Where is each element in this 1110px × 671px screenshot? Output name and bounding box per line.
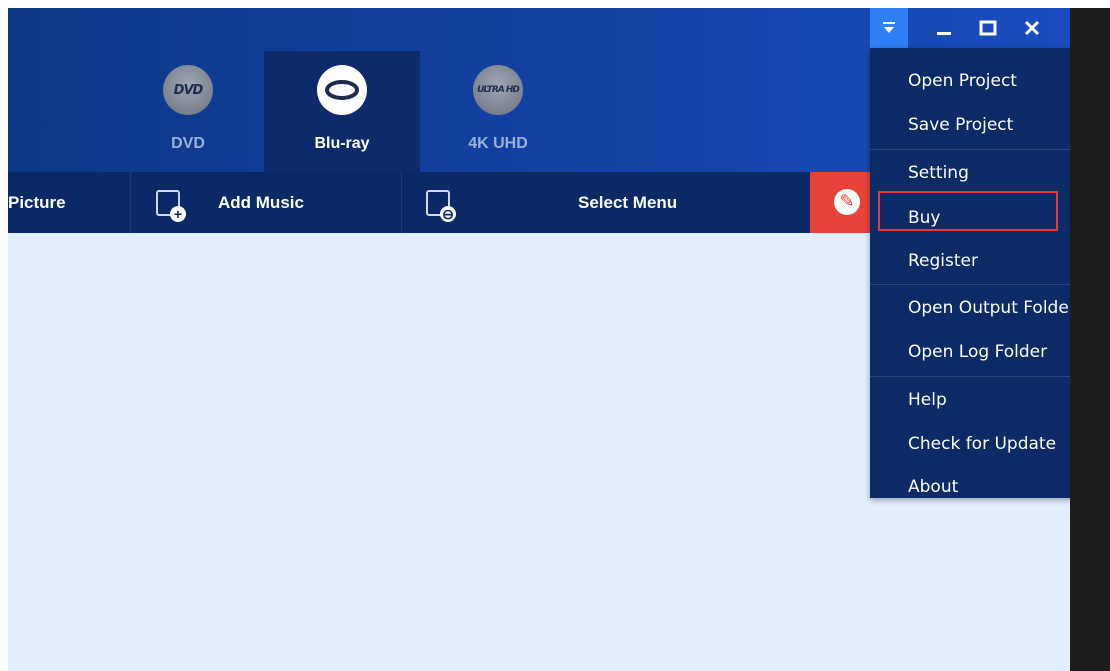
dropdown-menu: Open Project Save Project Setting Buy Re…: [870, 48, 1070, 498]
menu-item-open-log-folder[interactable]: Open Log Folder: [870, 330, 1070, 374]
toolbar-add-music-button[interactable]: + Add Music: [156, 172, 304, 233]
buy-highlight-box: [878, 191, 1058, 231]
edit-button[interactable]: ✎: [810, 172, 872, 233]
close-icon: [1024, 20, 1040, 36]
toolbar-select-menu-label: Select Menu: [578, 192, 678, 212]
select-menu-icon: ⊖: [426, 189, 456, 222]
menu-item-open-output-folder[interactable]: Open Output Folder: [870, 286, 1070, 330]
pen-icon: ✎: [834, 189, 860, 215]
tab-dvd-label: DVD: [171, 135, 205, 152]
menu-arrow-icon: [883, 22, 895, 33]
menu-item-save-project[interactable]: Save Project: [870, 103, 1070, 147]
add-music-icon: +: [156, 189, 186, 222]
close-button[interactable]: [1010, 8, 1054, 48]
tab-4k-uhd-label: 4K UHD: [468, 135, 528, 152]
toolbar-divider: [401, 172, 402, 233]
menu-separator: [870, 149, 1070, 150]
toolbar-divider: [130, 172, 131, 233]
menu-item-help[interactable]: Help: [870, 378, 1070, 422]
bluray-disc-icon: [317, 65, 367, 115]
maximize-icon: [979, 20, 997, 36]
menu-separator: [870, 376, 1070, 377]
menu-item-open-project[interactable]: Open Project: [870, 59, 1070, 103]
toolbar-picture-label: Picture: [8, 192, 66, 212]
menu-item-register[interactable]: Register: [870, 239, 1070, 283]
menu-item-check-for-update[interactable]: Check for Update: [870, 422, 1070, 466]
tab-4k-uhd[interactable]: ULTRA HD 4K UHD: [420, 51, 576, 172]
background-window-strip: [1070, 8, 1110, 671]
tab-dvd[interactable]: DVD DVD: [110, 51, 266, 172]
toolbar-select-menu-button[interactable]: ⊖ Select Menu: [426, 172, 677, 233]
tab-bluray-label: Blu-ray: [314, 135, 370, 152]
dropdown-menu-button[interactable]: [870, 8, 908, 48]
app-window: DVD DVD Blu-ray ULTRA HD 4K UHD Picture …: [8, 8, 1070, 671]
ultra-hd-disc-icon: ULTRA HD: [473, 65, 523, 115]
maximize-button[interactable]: [966, 8, 1010, 48]
title-bar-controls: [870, 8, 1070, 48]
toolbar-add-music-label: Add Music: [218, 192, 304, 212]
minimize-button[interactable]: [922, 8, 966, 48]
dvd-disc-icon: DVD: [163, 65, 213, 115]
menu-separator: [870, 284, 1070, 285]
menu-item-setting[interactable]: Setting: [870, 151, 1070, 195]
toolbar-picture-button[interactable]: Picture: [8, 172, 66, 233]
minimize-icon: [937, 32, 951, 35]
tab-bluray[interactable]: Blu-ray: [264, 51, 420, 172]
menu-item-about[interactable]: About: [870, 465, 1070, 509]
